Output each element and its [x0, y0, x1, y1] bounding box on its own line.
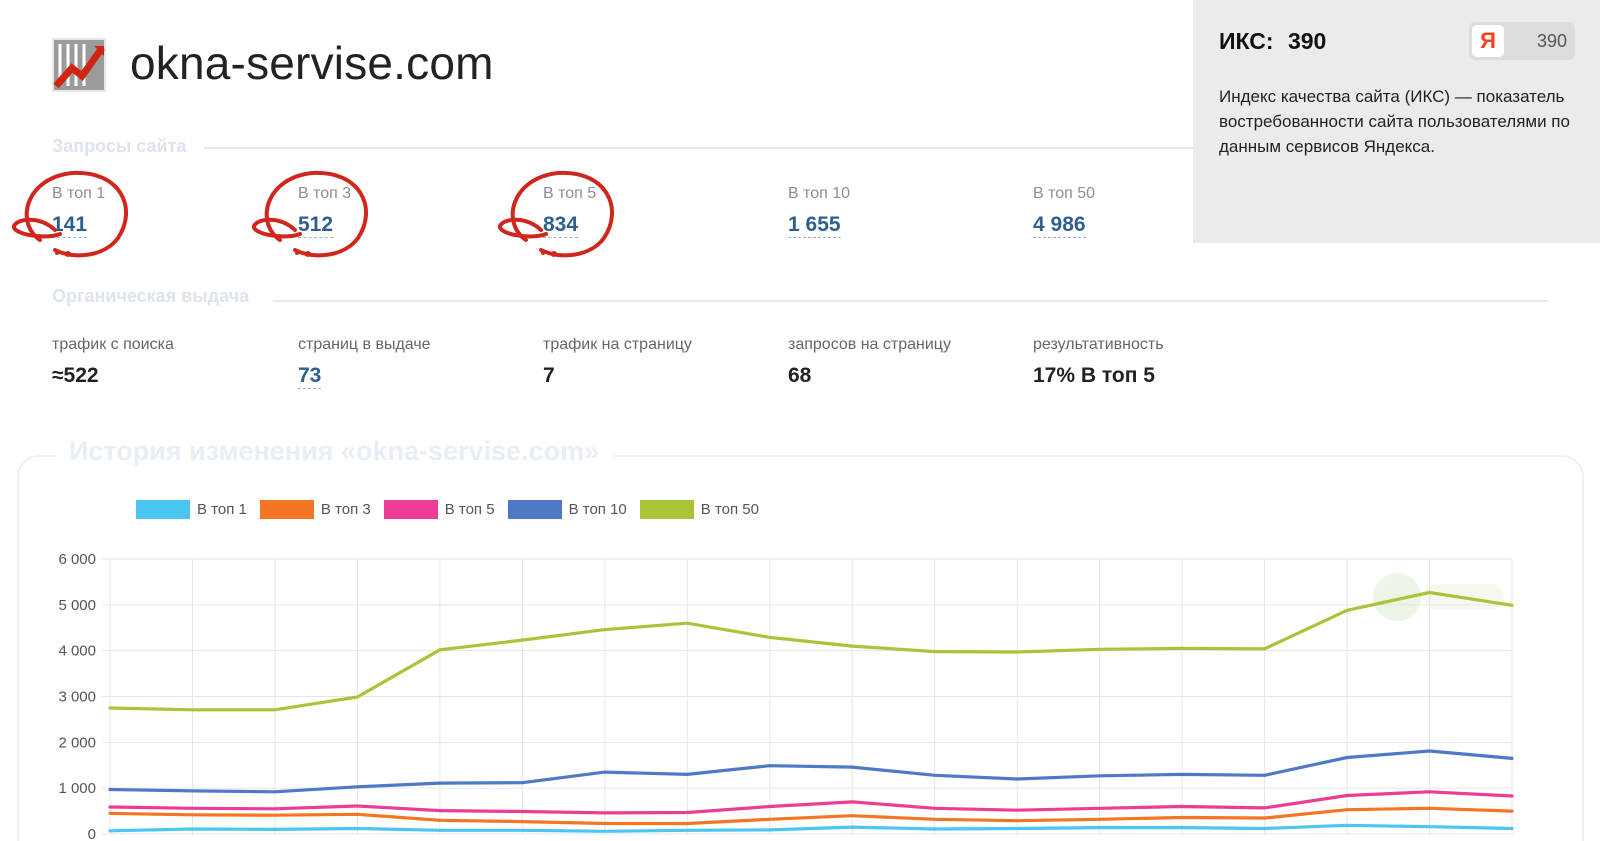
y-tick-label: 0 — [88, 826, 96, 841]
y-tick-label: 3 000 — [58, 689, 96, 706]
series-line-3 — [108, 790, 1514, 815]
y-tick-label: 5 000 — [58, 597, 96, 614]
y-tick-label: 2 000 — [58, 734, 96, 751]
series-line-2 — [108, 806, 1514, 826]
y-tick-label: 4 000 — [58, 643, 96, 660]
y-tick-label: 6 000 — [58, 551, 96, 568]
series-line-4 — [108, 749, 1514, 794]
y-tick-label: 1 000 — [58, 780, 96, 797]
history-line-chart: 0 1 000 2 000 3 000 4 000 5 000 6 000 — [58, 551, 1514, 841]
series-line-1 — [108, 823, 1514, 833]
